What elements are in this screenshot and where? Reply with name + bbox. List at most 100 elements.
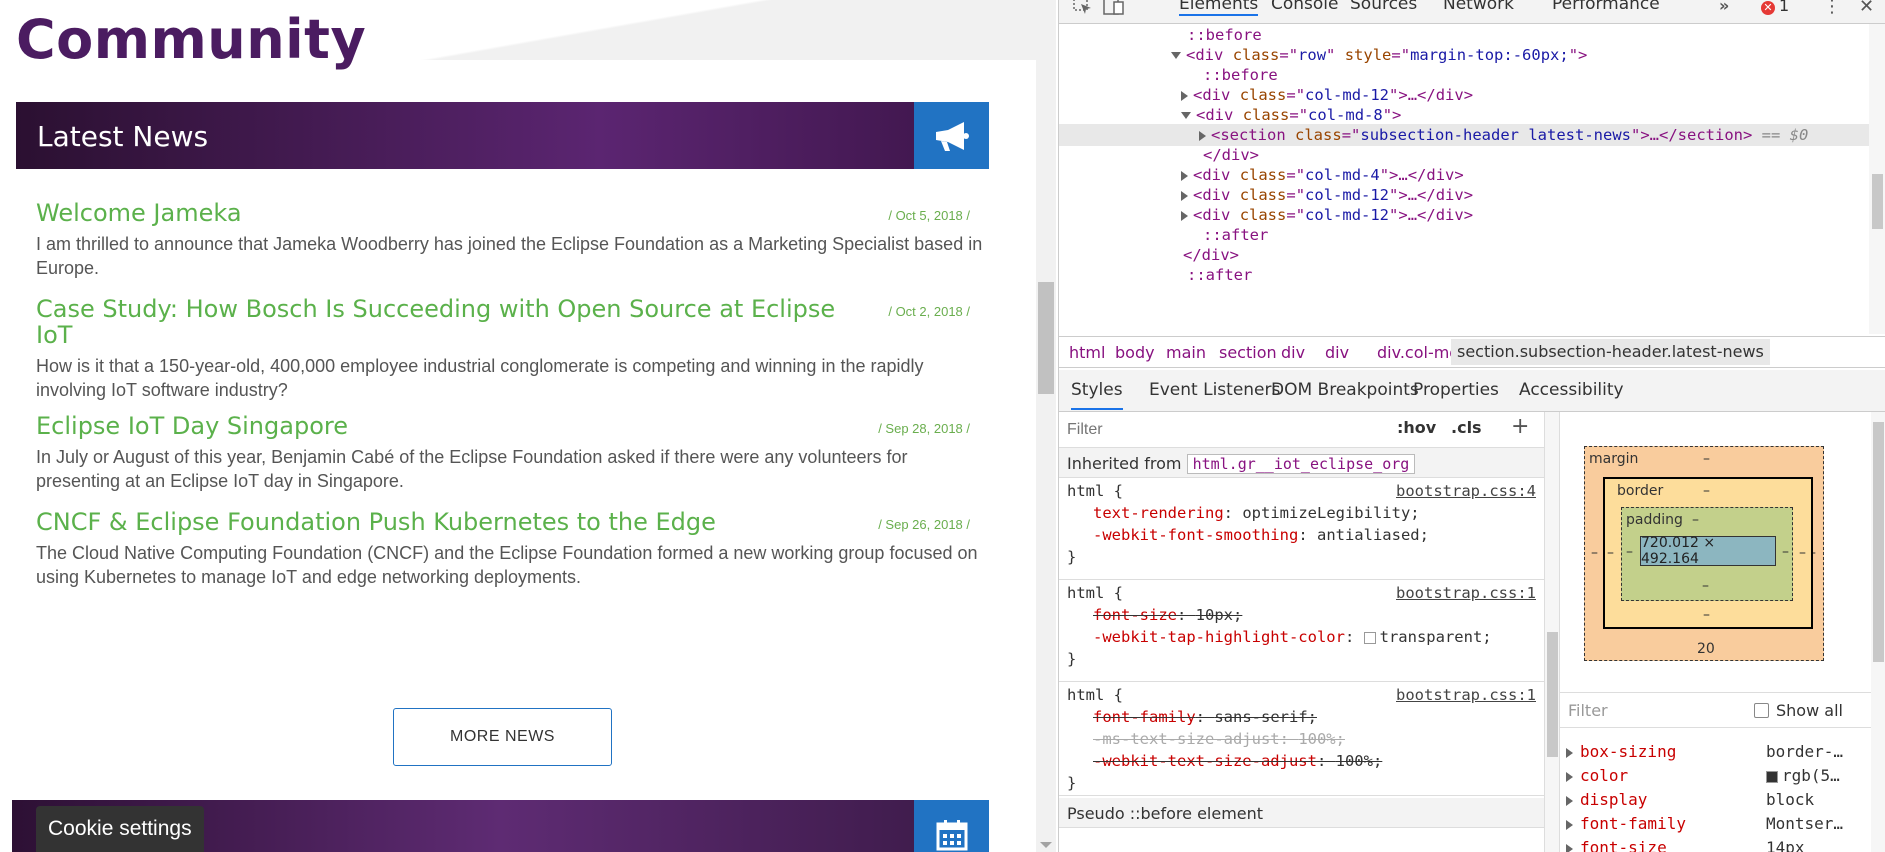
css-declaration[interactable]: font-size: 10px;	[1093, 606, 1242, 624]
tag-name: div	[1205, 106, 1234, 124]
news-title-link[interactable]: CNCF & Eclipse Foundation Push Kubernete…	[36, 509, 866, 535]
more-news-button[interactable]: MORE NEWS	[393, 708, 612, 766]
color-swatch-icon[interactable]	[1363, 631, 1376, 644]
news-item: Case Study: How Bosch Is Succeeding with…	[36, 296, 986, 402]
show-all-checkbox[interactable]	[1754, 703, 1769, 718]
computed-property[interactable]: font-size 14px	[1560, 838, 1872, 852]
expand-arrow-icon[interactable]	[1181, 170, 1188, 181]
close-icon[interactable]: ✕	[1859, 0, 1881, 20]
elements-scrollbar-thumb[interactable]	[1872, 174, 1883, 229]
dom-node[interactable]: <section class="subsection-header latest…	[1059, 124, 1869, 146]
collapse-arrow-icon[interactable]	[1171, 52, 1181, 59]
padding-top-value[interactable]: –	[1692, 512, 1699, 528]
computed-property[interactable]: box-sizing border-…	[1560, 742, 1872, 766]
class-toggle[interactable]: .cls	[1451, 418, 1482, 437]
css-declaration[interactable]: text-rendering: optimizeLegibility;	[1093, 504, 1420, 522]
styles-scrollbar[interactable]	[1544, 412, 1559, 852]
tab-network[interactable]: Network	[1443, 0, 1514, 14]
expand-arrow-icon[interactable]	[1566, 748, 1573, 758]
css-declaration[interactable]: -webkit-tap-highlight-color: transparent…	[1093, 628, 1492, 646]
attr-value: margin-top:-60px;	[1410, 46, 1569, 64]
border-right-value[interactable]: –	[1799, 545, 1806, 561]
expand-arrow-icon[interactable]	[1181, 210, 1188, 221]
tab-sources[interactable]: Sources	[1350, 0, 1417, 14]
tab-elements[interactable]: Elements	[1179, 0, 1259, 16]
rule-selector[interactable]: html {	[1067, 686, 1123, 704]
padding-right-value[interactable]: –	[1782, 544, 1789, 560]
breadcrumb-item[interactable]: div	[1325, 343, 1349, 362]
breadcrumb-item[interactable]: body	[1115, 343, 1155, 362]
css-declaration[interactable]: -webkit-text-size-adjust: 100%;	[1093, 752, 1382, 770]
margin-top-value[interactable]: –	[1703, 451, 1710, 467]
rule-source-link[interactable]: bootstrap.css:4	[1396, 482, 1536, 500]
page-scrollbar-thumb[interactable]	[1038, 282, 1054, 394]
expand-arrow-icon[interactable]	[1566, 796, 1573, 806]
styles-filter-input[interactable]	[1061, 416, 1381, 444]
elements-scrollbar[interactable]	[1869, 24, 1885, 334]
expand-arrow-icon[interactable]	[1566, 772, 1573, 782]
tab-accessibility[interactable]: Accessibility	[1519, 380, 1624, 400]
expand-arrow-icon[interactable]	[1181, 190, 1188, 201]
tab-properties[interactable]: Properties	[1413, 380, 1499, 400]
device-toolbar-icon[interactable]	[1103, 0, 1125, 20]
rule-selector[interactable]: html {	[1067, 482, 1123, 500]
box-model-content[interactable]: 720.012 × 492.164	[1640, 535, 1776, 567]
computed-property-value: rgb(5…	[1766, 766, 1840, 785]
expand-arrow-icon[interactable]	[1566, 844, 1573, 852]
error-counter[interactable]: ✕ 1	[1761, 0, 1789, 15]
collapse-arrow-icon[interactable]	[1181, 112, 1191, 119]
computed-scrollbar-thumb[interactable]	[1873, 422, 1884, 662]
kebab-menu-icon[interactable]: ⋮	[1823, 0, 1845, 20]
cookie-settings-button[interactable]: Cookie settings	[36, 806, 204, 852]
css-declaration[interactable]: font-family: sans-serif;	[1093, 708, 1317, 726]
border-top-value[interactable]: –	[1703, 483, 1710, 499]
styles-scrollbar-thumb[interactable]	[1547, 632, 1558, 757]
expand-arrow-icon[interactable]	[1199, 130, 1206, 141]
news-title-link[interactable]: Welcome Jameka	[36, 200, 866, 226]
tag-name: div	[1202, 166, 1231, 184]
news-summary: In July or August of this year, Benjamin…	[36, 447, 908, 491]
css-declaration[interactable]: -webkit-font-smoothing: antialiased;	[1093, 526, 1429, 544]
selected-marker: == $0	[1752, 126, 1809, 144]
news-title-link[interactable]: Eclipse IoT Day Singapore	[36, 413, 866, 439]
computed-filter-input[interactable]: Filter	[1568, 701, 1608, 720]
tab-styles[interactable]: Styles	[1071, 380, 1123, 410]
tab-performance[interactable]: Performance	[1552, 0, 1660, 14]
tag-name: section	[1220, 126, 1286, 144]
page-scrollbar[interactable]	[1036, 0, 1056, 852]
breadcrumb-item[interactable]: section	[1219, 343, 1277, 362]
news-title-link[interactable]: Case Study: How Bosch Is Succeeding with…	[36, 296, 866, 348]
computed-scrollbar[interactable]	[1871, 412, 1885, 852]
rule-selector[interactable]: html {	[1067, 584, 1123, 602]
computed-property[interactable]: font-family Montser…	[1560, 814, 1872, 838]
padding-left-value[interactable]: –	[1626, 544, 1633, 560]
inspect-element-icon[interactable]	[1073, 0, 1095, 20]
margin-left-value[interactable]: –	[1591, 545, 1598, 561]
tab-console[interactable]: Console	[1271, 0, 1339, 14]
inherited-selector-link[interactable]: html.gr__iot_eclipse_org	[1186, 454, 1416, 474]
css-value: antialiased;	[1316, 526, 1429, 544]
attr-name: class	[1232, 46, 1280, 64]
tab-dom-breakpoints[interactable]: DOM Breakpoints	[1271, 380, 1419, 400]
border-bottom-value[interactable]: –	[1703, 607, 1710, 623]
breadcrumb-item[interactable]: section.subsection-header.latest-news	[1451, 339, 1770, 365]
breadcrumb-item[interactable]: div	[1281, 343, 1305, 362]
css-declaration[interactable]: -ms-text-size-adjust: 100%;	[1093, 730, 1345, 748]
margin-bottom-value[interactable]: 20	[1697, 641, 1715, 657]
rule-source-link[interactable]: bootstrap.css:1	[1396, 584, 1536, 602]
computed-property[interactable]: display block	[1560, 790, 1872, 814]
more-tabs-icon[interactable]: »	[1719, 0, 1741, 20]
padding-bottom-value[interactable]: –	[1702, 578, 1709, 594]
rule-source-link[interactable]: bootstrap.css:1	[1396, 686, 1536, 704]
breadcrumb-item[interactable]: main	[1166, 343, 1206, 362]
computed-property[interactable]: color rgb(5…	[1560, 766, 1872, 790]
scroll-down-arrow-icon[interactable]	[1040, 842, 1052, 848]
hover-state-toggle[interactable]: :hov	[1397, 418, 1436, 437]
tab-event-listeners[interactable]: Event Listeners	[1149, 380, 1280, 400]
breadcrumb-item[interactable]: html	[1069, 343, 1105, 362]
new-rule-icon[interactable]: +	[1511, 414, 1529, 439]
expand-arrow-icon[interactable]	[1181, 90, 1188, 101]
expand-arrow-icon[interactable]	[1566, 820, 1573, 830]
attr-value: subsection-header latest-news	[1360, 126, 1631, 144]
border-left-value[interactable]: –	[1607, 545, 1614, 561]
